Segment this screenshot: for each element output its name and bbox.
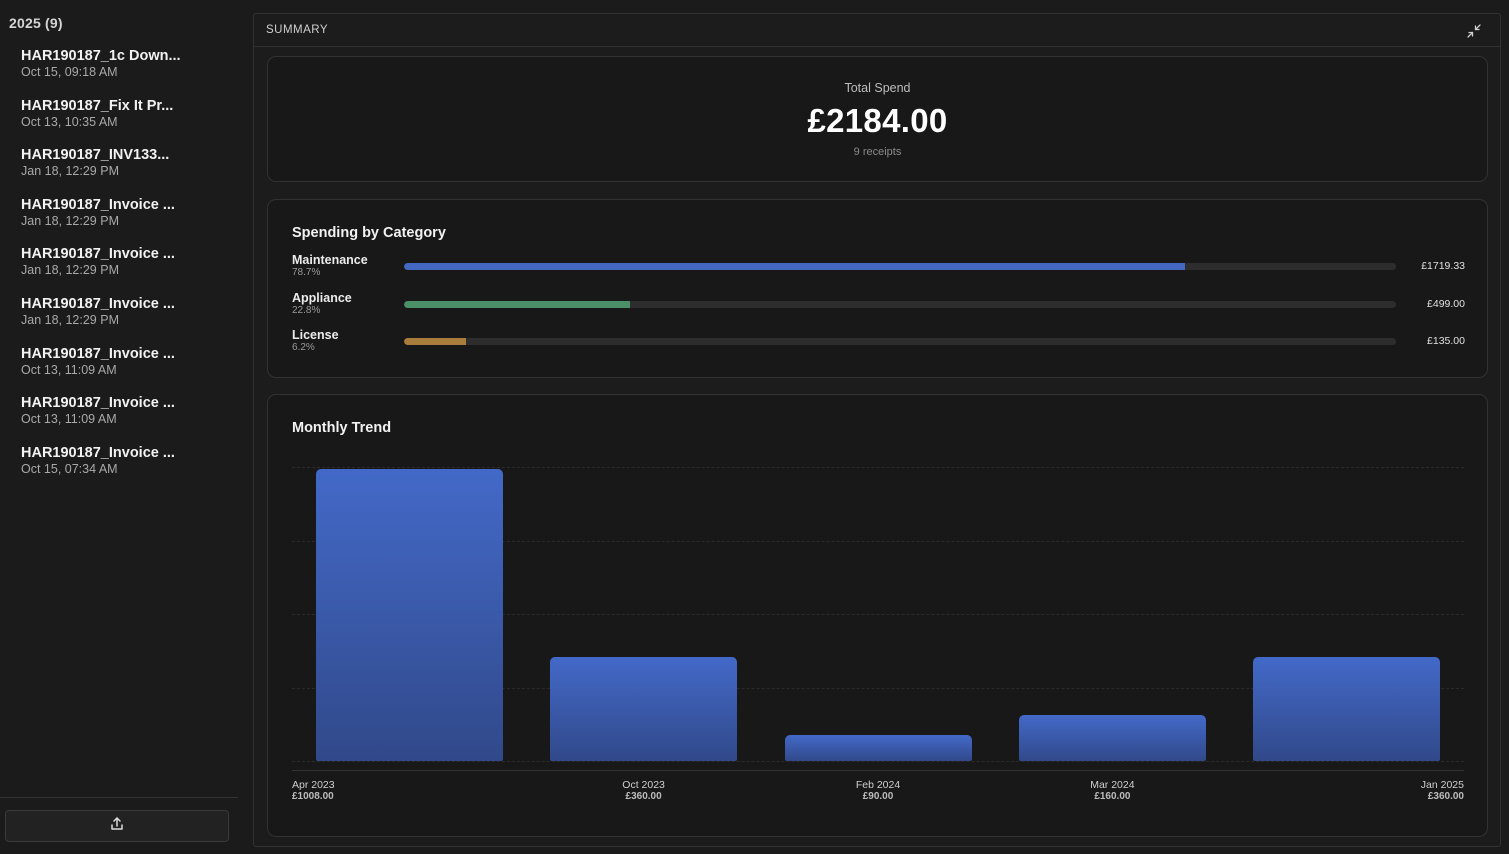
chart-bar[interactable] — [1018, 714, 1206, 761]
chart-category-label: Jan 2025 — [1420, 779, 1464, 791]
file-name: HAR190187_1c Down... — [21, 48, 181, 64]
receipt-count: 9 receipts — [853, 146, 902, 158]
upload-button[interactable] — [5, 810, 229, 842]
file-name: HAR190187_Invoice ... — [21, 444, 175, 461]
category-bar-fill — [404, 338, 466, 345]
category-row: Maintenance 78.7% £1719.33 — [292, 253, 1465, 283]
total-spend-amount: £2184.00 — [807, 102, 948, 139]
category-row: Appliance 22.8% £499.00 — [292, 291, 1465, 321]
chart-baseline — [292, 770, 1464, 771]
file-list-item[interactable]: HAR190187_Invoice ... Jan 18, 12:29 PM — [0, 242, 238, 292]
file-date: Jan 18, 12:29 PM — [21, 213, 119, 228]
file-name: HAR190187_INV133... — [21, 147, 170, 164]
category-bar-fill — [404, 300, 631, 308]
category-value: £499.00 — [1427, 297, 1465, 310]
monthly-trend-card: Monthly Trend Apr 2023 £1008.00 Oct 2023 £3… — [267, 394, 1488, 837]
chart-value-label: £90.00 — [862, 791, 894, 802]
chart-x-label: Oct 2023 £360.00 — [584, 779, 704, 803]
file-date: Oct 13, 11:09 AM — [21, 412, 117, 427]
file-name: HAR190187_Invoice ... — [21, 395, 175, 412]
file-name: HAR190187_Invoice ... — [21, 295, 175, 312]
file-list-item[interactable]: HAR190187_Invoice ... Oct 13, 11:09 AM — [0, 391, 238, 441]
sidebar-divider — [0, 797, 238, 798]
chart-x-label: Feb 2024 £90.00 — [818, 779, 938, 803]
chart-gridline — [292, 467, 1464, 468]
category-bar-track — [404, 338, 1396, 345]
chart-value-label: £360.00 — [625, 791, 662, 802]
collapse-button[interactable] — [1466, 23, 1482, 39]
collapse-icon — [1466, 24, 1482, 43]
category-title: Spending by Category — [292, 225, 446, 241]
sidebar: 2025 (9) HAR190187_1c Down... Oct 15, 09:… — [0, 0, 238, 854]
chart-category-label: Feb 2024 — [855, 779, 901, 791]
trend-title: Monthly Trend — [292, 420, 392, 436]
file-list-item[interactable]: HAR190187_INV133... Jan 18, 12:29 PM — [0, 143, 238, 193]
chart-bar[interactable] — [550, 656, 738, 761]
category-name: Appliance — [292, 290, 352, 305]
chart-x-label: Mar 2024 £160.00 — [1052, 779, 1172, 803]
file-name: HAR190187_Invoice ... — [21, 246, 175, 263]
category-bar-fill — [404, 263, 1185, 270]
panel-title: SUMMARY — [266, 24, 329, 36]
chart-bar[interactable] — [784, 734, 972, 761]
file-list-item[interactable]: HAR190187_Invoice ... Jan 18, 12:29 PM — [0, 292, 238, 342]
chart-x-label: Jan 2025 £360.00 — [1421, 779, 1464, 803]
file-list-item[interactable]: HAR190187_Fix It Pr... Oct 13, 10:35 AM — [0, 94, 238, 144]
upload-icon — [109, 816, 125, 837]
category-bar-track — [404, 263, 1396, 270]
category-card: Spending by Category Maintenance 78.7% £17… — [267, 199, 1488, 378]
total-spend-label: Total Spend — [844, 81, 911, 95]
total-spend-card: Total Spend £2184.00 9 receipts — [267, 56, 1488, 182]
chart-gridline — [292, 761, 1464, 762]
file-date: Oct 15, 07:34 AM — [21, 461, 118, 476]
file-date: Jan 18, 12:29 PM — [21, 312, 119, 327]
group-header[interactable]: 2025 (9) — [9, 15, 63, 31]
chart-bar[interactable] — [1253, 656, 1441, 761]
chart-value-label: £360.00 — [1427, 791, 1464, 802]
file-date: Jan 18, 12:29 PM — [21, 164, 119, 179]
file-list-item[interactable]: HAR190187_Invoice ... Jan 18, 12:29 PM — [0, 193, 238, 243]
file-list-item[interactable]: HAR190187_1c Down... Oct 15, 09:18 AM — [0, 44, 238, 94]
chart-category-label: Apr 2023 — [292, 779, 335, 791]
chart-value-label: £160.00 — [1094, 791, 1131, 802]
file-list-item[interactable]: HAR190187_Invoice ... Oct 15, 07:34 AM — [0, 441, 238, 491]
file-date: Oct 13, 10:35 AM — [21, 114, 118, 129]
file-list: HAR190187_1c Down... Oct 15, 09:18 AM HAR1… — [0, 44, 238, 490]
category-value: £1719.33 — [1421, 260, 1465, 272]
file-date: Jan 18, 12:29 PM — [21, 263, 119, 278]
summary-panel: SUMMARY Total Spend £2184.00 9 receipts — [253, 13, 1501, 847]
chart-category-label: Oct 2023 — [622, 779, 665, 791]
chart-bar[interactable] — [315, 469, 503, 761]
file-name: HAR190187_Fix It Pr... — [21, 97, 174, 114]
category-percent: 78.7% — [292, 267, 321, 278]
category-percent: 6.2% — [292, 342, 315, 353]
file-name: HAR190187_Invoice ... — [21, 345, 175, 362]
chart-category-label: Mar 2024 — [1090, 779, 1135, 791]
category-value: £135.00 — [1427, 335, 1465, 347]
chart-value-label: £1008.00 — [292, 791, 334, 802]
chart-x-label: Apr 2023 £1008.00 — [292, 779, 335, 803]
category-percent: 22.8% — [292, 304, 321, 316]
file-date: Oct 15, 09:18 AM — [21, 65, 118, 79]
file-date: Oct 13, 11:09 AM — [21, 362, 117, 377]
category-name: License — [292, 328, 339, 342]
monthly-trend-chart: Apr 2023 £1008.00 Oct 2023 £360.00 Feb 2024 £… — [292, 455, 1464, 802]
file-list-item[interactable]: HAR190187_Invoice ... Oct 13, 11:09 AM — [0, 342, 238, 392]
category-row: License 6.2% £135.00 — [292, 328, 1465, 358]
category-bar-track — [404, 300, 1396, 308]
category-name: Maintenance — [292, 253, 368, 267]
file-name: HAR190187_Invoice ... — [21, 196, 175, 213]
app-window: 2025 (9) HAR190187_1c Down... Oct 15, 09:… — [0, 0, 1509, 854]
panel-header: SUMMARY — [254, 14, 1500, 47]
